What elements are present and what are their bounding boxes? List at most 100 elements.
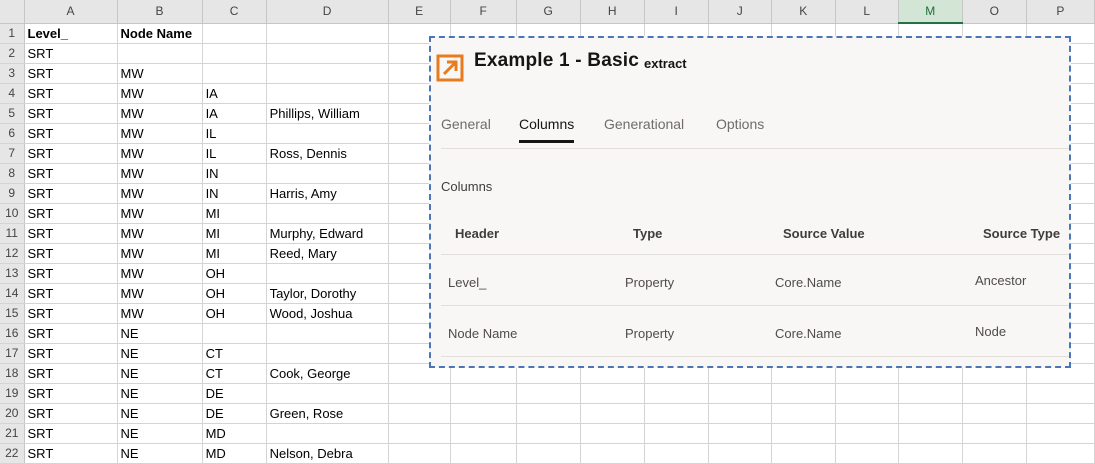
column-header-h[interactable]: H xyxy=(580,0,645,24)
header-column-header[interactable]: Header xyxy=(455,226,499,241)
cell-empty[interactable] xyxy=(1026,403,1095,424)
cell-empty[interactable] xyxy=(898,403,963,424)
row-number[interactable]: 6 xyxy=(0,123,25,144)
row-number[interactable]: 1 xyxy=(0,23,25,44)
cell-b[interactable]: MW xyxy=(117,63,203,84)
cell-a[interactable]: SRT xyxy=(24,323,118,344)
cell-c[interactable] xyxy=(202,63,267,84)
row-number[interactable]: 20 xyxy=(0,403,25,424)
row-number[interactable]: 7 xyxy=(0,143,25,164)
cell-c[interactable]: OH xyxy=(202,303,267,324)
cell-b[interactable]: MW xyxy=(117,243,203,264)
row-number[interactable]: 22 xyxy=(0,443,25,464)
row-number[interactable]: 9 xyxy=(0,183,25,204)
cell-b[interactable]: Node Name xyxy=(117,23,203,44)
cell-c[interactable]: IN xyxy=(202,183,267,204)
row-number[interactable]: 4 xyxy=(0,83,25,104)
cell-a[interactable]: SRT xyxy=(24,123,118,144)
cell-c[interactable]: DE xyxy=(202,403,267,424)
cell-empty[interactable] xyxy=(450,443,517,464)
tab-general[interactable]: General xyxy=(441,116,491,140)
cell-d[interactable]: Harris, Amy xyxy=(266,183,389,204)
column-header-o[interactable]: O xyxy=(962,0,1027,24)
cell-empty[interactable] xyxy=(580,383,645,404)
cell-d[interactable] xyxy=(266,163,389,184)
cell-empty[interactable] xyxy=(708,383,772,404)
cell-b[interactable]: MW xyxy=(117,263,203,284)
cell-d[interactable] xyxy=(266,343,389,364)
cell-a[interactable]: SRT xyxy=(24,343,118,364)
cell-a[interactable]: SRT xyxy=(24,103,118,124)
column-header-j[interactable]: J xyxy=(708,0,772,24)
cell-empty[interactable] xyxy=(580,403,645,424)
row-number[interactable]: 16 xyxy=(0,323,25,344)
cell-empty[interactable] xyxy=(388,423,451,444)
cell-empty[interactable] xyxy=(516,383,581,404)
cell-empty[interactable] xyxy=(771,383,836,404)
cell-b[interactable]: MW xyxy=(117,163,203,184)
cell-d[interactable] xyxy=(266,203,389,224)
cell-empty[interactable] xyxy=(835,443,899,464)
column-header-e[interactable]: E xyxy=(388,0,451,24)
row-number[interactable]: 11 xyxy=(0,223,25,244)
cell-b[interactable] xyxy=(117,43,203,64)
cell-a[interactable]: SRT xyxy=(24,63,118,84)
tab-generational[interactable]: Generational xyxy=(604,116,684,140)
cell-empty[interactable] xyxy=(771,403,836,424)
column-header-p[interactable]: P xyxy=(1026,0,1095,24)
column-header-i[interactable]: I xyxy=(644,0,709,24)
column-header-k[interactable]: K xyxy=(771,0,836,24)
select-all-corner[interactable] xyxy=(0,0,25,24)
row-number[interactable]: 10 xyxy=(0,203,25,224)
cell-empty[interactable] xyxy=(1026,383,1095,404)
cell-empty[interactable] xyxy=(962,443,1027,464)
cell-b[interactable]: MW xyxy=(117,183,203,204)
cell-a[interactable]: SRT xyxy=(24,203,118,224)
cell-d[interactable]: Reed, Mary xyxy=(266,243,389,264)
row-number[interactable]: 8 xyxy=(0,163,25,184)
cell-c[interactable]: DE xyxy=(202,383,267,404)
cell-b[interactable]: MW xyxy=(117,283,203,304)
row-number[interactable]: 15 xyxy=(0,303,25,324)
cell-a[interactable]: SRT xyxy=(24,183,118,204)
cell-d[interactable]: Ross, Dennis xyxy=(266,143,389,164)
cell-c[interactable] xyxy=(202,323,267,344)
row-number[interactable]: 12 xyxy=(0,243,25,264)
source-type-column-header[interactable]: Source Type xyxy=(983,226,1060,241)
cell-empty[interactable] xyxy=(962,403,1027,424)
cell-empty[interactable] xyxy=(516,423,581,444)
cell-b[interactable]: NE xyxy=(117,423,203,444)
cell-empty[interactable] xyxy=(898,423,963,444)
cell-empty[interactable] xyxy=(516,403,581,424)
cell-empty[interactable] xyxy=(516,443,581,464)
cell-empty[interactable] xyxy=(388,383,451,404)
cell-d[interactable] xyxy=(266,23,389,44)
cell-empty[interactable] xyxy=(388,443,451,464)
cell-empty[interactable] xyxy=(644,383,709,404)
cell-a[interactable]: SRT xyxy=(24,263,118,284)
cell-c[interactable]: MI xyxy=(202,243,267,264)
cell-empty[interactable] xyxy=(771,423,836,444)
cell-b[interactable]: NE xyxy=(117,403,203,424)
cell-empty[interactable] xyxy=(388,403,451,424)
row-number[interactable]: 18 xyxy=(0,363,25,384)
cell-d[interactable] xyxy=(266,263,389,284)
row-number[interactable]: 13 xyxy=(0,263,25,284)
cell-c[interactable]: MI xyxy=(202,223,267,244)
cell-a[interactable]: SRT xyxy=(24,283,118,304)
cell-d[interactable]: Taylor, Dorothy xyxy=(266,283,389,304)
cell-c[interactable]: IA xyxy=(202,83,267,104)
column-header-c[interactable]: C xyxy=(202,0,267,24)
cell-d[interactable]: Wood, Joshua xyxy=(266,303,389,324)
cell-empty[interactable] xyxy=(450,423,517,444)
cell-d[interactable] xyxy=(266,383,389,404)
cell-d[interactable]: Green, Rose xyxy=(266,403,389,424)
cell-d[interactable] xyxy=(266,43,389,64)
cell-a[interactable]: SRT xyxy=(24,303,118,324)
cell-a[interactable]: SRT xyxy=(24,443,118,464)
row-number[interactable]: 14 xyxy=(0,283,25,304)
cell-empty[interactable] xyxy=(450,403,517,424)
cell-b[interactable]: MW xyxy=(117,303,203,324)
cell-a[interactable]: SRT xyxy=(24,143,118,164)
cell-c[interactable]: OH xyxy=(202,283,267,304)
